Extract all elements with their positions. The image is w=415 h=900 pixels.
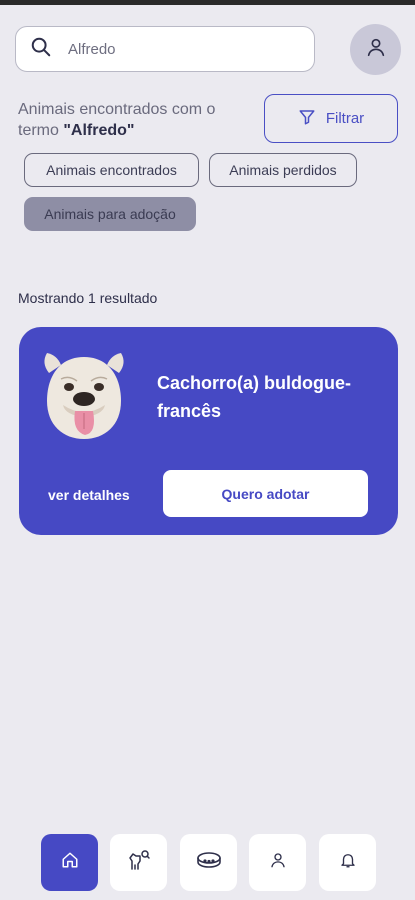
chip-label: Animais para adoção	[44, 206, 176, 222]
nav-notifications-button[interactable]	[319, 834, 376, 891]
bell-icon	[339, 851, 357, 874]
filter-button[interactable]: Filtrar	[264, 94, 398, 143]
pet-search-icon	[127, 848, 151, 877]
filter-icon	[298, 108, 316, 130]
pet-name: Cachorro(a) buldogue-francês	[157, 373, 351, 421]
user-icon	[365, 36, 387, 63]
home-icon	[61, 851, 79, 874]
nav-profile-button[interactable]	[249, 834, 306, 891]
adopt-button[interactable]: Quero adotar	[163, 470, 368, 517]
pet-result-card: Cachorro(a) buldogue-francês ver detalhe…	[19, 327, 398, 535]
pet-photo	[41, 345, 127, 441]
search-bar[interactable]	[15, 26, 315, 72]
see-details-link[interactable]: ver detalhes	[48, 487, 130, 503]
profile-avatar-button[interactable]	[350, 24, 401, 75]
filter-label: Filtrar	[325, 110, 365, 127]
chip-animais-para-adocao[interactable]: Animais para adoção	[24, 197, 196, 231]
search-input[interactable]	[68, 40, 288, 58]
search-results-heading: Animais encontrados com o termo "Alfredo…	[18, 99, 248, 141]
chip-label: Animais encontrados	[46, 162, 177, 178]
collar-icon	[196, 850, 222, 875]
search-term: "Alfredo"	[63, 122, 135, 139]
results-count: Mostrando 1 resultado	[18, 290, 158, 306]
chip-animais-perdidos[interactable]: Animais perdidos	[209, 153, 357, 187]
nav-pet-search-button[interactable]	[110, 834, 167, 891]
status-bar	[0, 0, 415, 5]
chip-label: Animais perdidos	[229, 162, 337, 178]
nav-home-button[interactable]	[41, 834, 98, 891]
profile-icon	[269, 851, 287, 874]
nav-collar-button[interactable]	[180, 834, 237, 891]
search-icon	[30, 36, 52, 63]
chip-animais-encontrados[interactable]: Animais encontrados	[24, 153, 199, 187]
